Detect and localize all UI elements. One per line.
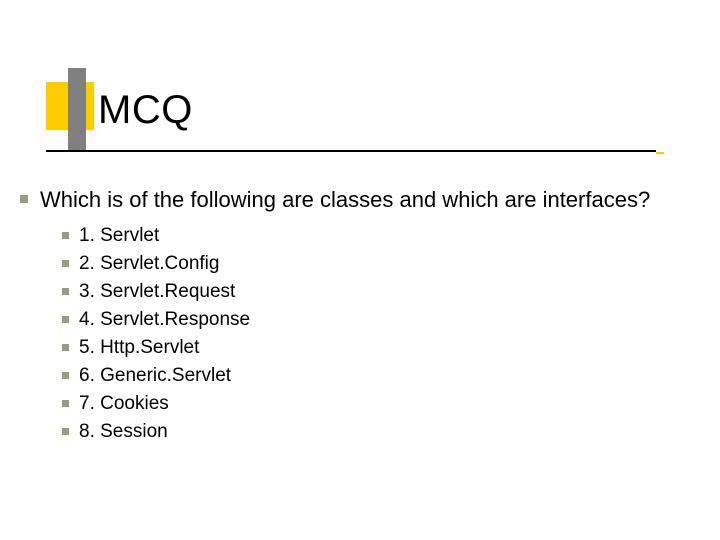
square-bullet-icon [62,400,69,407]
list-item: 1. Servlet [62,224,690,248]
slide: MCQ Which is of the following are classe… [0,0,720,540]
option-text: 5. Http.Servlet [79,336,199,360]
slide-body: Which is of the following are classes an… [20,186,690,448]
list-item: 2. Servlet.Config [62,252,690,276]
title-underline-accent [656,152,664,154]
option-text: 8. Session [79,420,168,444]
square-bullet-icon [62,260,69,267]
option-text: 6. Generic.Servlet [79,364,231,388]
title-underline [46,150,656,152]
question-text: Which is of the following are classes an… [40,186,650,214]
square-bullet-icon [62,288,69,295]
list-item: 6. Generic.Servlet [62,364,690,388]
square-bullet-icon [62,372,69,379]
list-item: Which is of the following are classes an… [20,186,690,214]
list-item: 7. Cookies [62,392,690,416]
list-item: 4. Servlet.Response [62,308,690,332]
options-list: 1. Servlet 2. Servlet.Config 3. Servlet.… [62,224,690,444]
list-item: 8. Session [62,420,690,444]
option-text: 4. Servlet.Response [79,308,250,332]
option-text: 1. Servlet [79,224,159,248]
square-bullet-icon [62,344,69,351]
list-item: 3. Servlet.Request [62,280,690,304]
option-text: 3. Servlet.Request [79,280,235,304]
list-item: 5. Http.Servlet [62,336,690,360]
square-bullet-icon [62,428,69,435]
square-bullet-icon [62,316,69,323]
square-bullet-icon [62,232,69,239]
title-accent-bar [68,68,86,152]
square-bullet-icon [20,195,28,203]
option-text: 2. Servlet.Config [79,252,219,276]
option-text: 7. Cookies [79,392,169,416]
slide-title: MCQ [98,88,193,133]
